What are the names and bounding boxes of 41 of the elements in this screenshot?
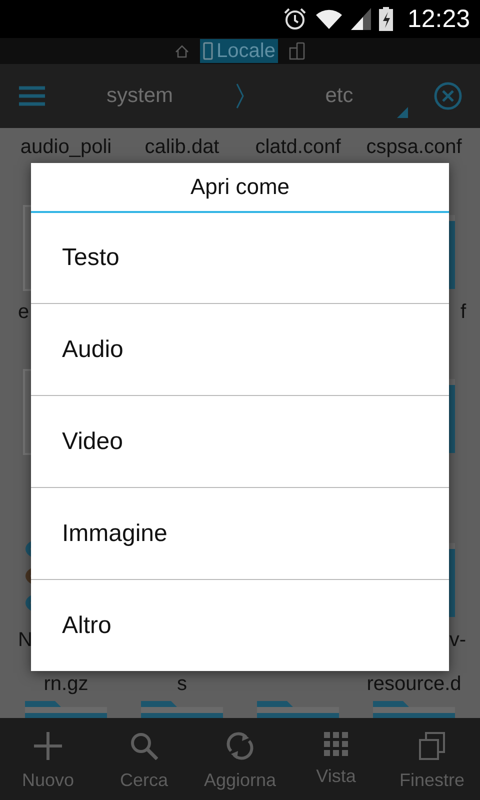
wifi-icon [315,8,344,30]
search-icon [130,732,158,760]
clock-time: 12:23 [407,4,470,34]
path-segment[interactable]: etc [244,84,434,108]
battery-icon [379,7,394,31]
file-name: clatd.conf [254,135,342,160]
signal-icon [351,8,372,30]
windows-icon [419,732,445,760]
file-name: e [17,300,30,325]
file-name: cspsa.conf [365,135,463,160]
file-name: f [459,300,468,325]
file-name: s [176,672,188,697]
dialog-option[interactable]: Immagine [31,487,449,579]
menu-icon[interactable] [19,86,45,106]
file-name: calib.dat [144,135,220,160]
refresh-icon [226,732,254,760]
phone-icon [202,42,213,60]
toolbar-button[interactable]: Nuovo [0,718,96,800]
toolbar-button[interactable]: Finestre [384,718,480,800]
devices-icon [289,42,306,60]
file-name: resource.d [366,672,462,697]
dialog-option[interactable]: Audio [31,303,449,395]
file-name: v- [448,628,467,653]
close-icon[interactable] [434,82,462,110]
grid-icon [324,732,348,756]
dialog-option[interactable]: Altro [31,579,449,671]
toolbar-button[interactable]: Cerca [96,718,192,800]
file-name: N [17,628,34,653]
dropdown-corner-icon[interactable] [397,107,408,118]
toolbar-button[interactable]: Vista [288,718,384,800]
home-icon [174,44,189,58]
alarm-icon [283,7,308,31]
file-name: rn.gz [42,672,90,697]
plus-icon [34,732,62,760]
path-segment[interactable]: system [45,84,234,108]
file-name: audio_poli [19,135,113,160]
location-tab[interactable]: Locale [200,39,278,63]
dialog-option[interactable]: Video [31,395,449,487]
dialog-option[interactable]: Testo [31,213,449,303]
chevron-icon [234,83,244,109]
toolbar-button[interactable]: Aggiorna [192,718,288,800]
